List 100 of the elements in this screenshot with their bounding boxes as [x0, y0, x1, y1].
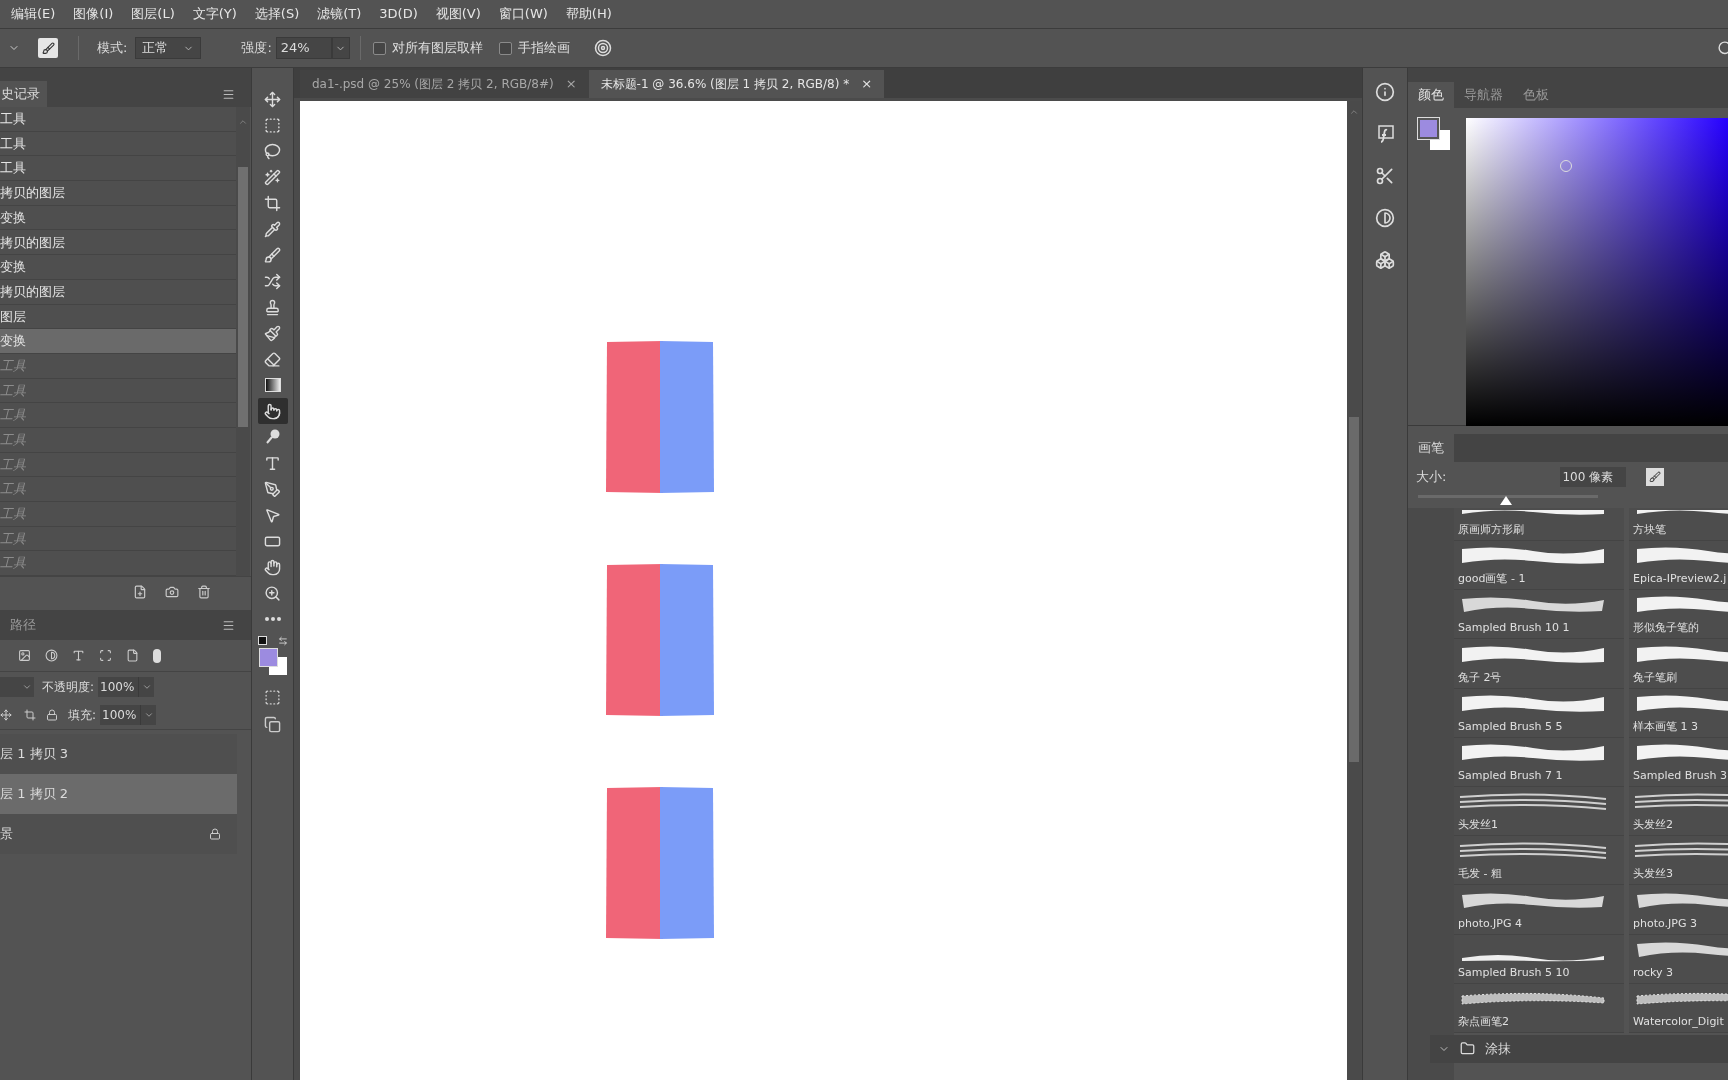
brush-preset[interactable]: 杂点画笔2	[1454, 983, 1624, 1033]
brush-preset[interactable]: good画笔 - 1	[1454, 541, 1624, 591]
scissors-icon[interactable]	[1375, 166, 1395, 186]
panel-tab[interactable]: 色板	[1513, 82, 1559, 108]
type-filter-icon[interactable]	[72, 649, 85, 663]
lock-position-icon[interactable]	[0, 709, 12, 722]
mode-dropdown[interactable]: 正常	[135, 37, 202, 59]
history-state[interactable]: 变换	[0, 329, 236, 354]
menu-item[interactable]: 帮助(H)	[565, 4, 612, 24]
history-state[interactable]: 工具	[0, 131, 236, 157]
shape-filter-icon[interactable]	[99, 649, 112, 663]
opacity-field[interactable]: 100%	[98, 676, 139, 697]
brush-preset[interactable]: 兔子 2号	[1454, 639, 1624, 689]
brush-settings-button[interactable]	[38, 38, 58, 58]
menu-item[interactable]: 编辑(E)	[11, 4, 56, 24]
document-tab[interactable]: 未标题-1 @ 36.6% (图层 1 拷贝 2, RGB/8) * ×	[588, 70, 885, 98]
brush-preset[interactable]: Sampled Brush 10 1	[1454, 590, 1624, 640]
brush-preset[interactable]: rocky 3	[1629, 934, 1728, 984]
close-tab-button[interactable]: ×	[565, 74, 577, 94]
layer-name: 层 1 拷贝 3	[0, 745, 68, 764]
function-icon[interactable]	[1375, 124, 1395, 144]
layer-row[interactable]: 景	[0, 814, 237, 855]
panel-menu-icon[interactable]	[222, 618, 235, 632]
contrast-icon[interactable]	[1375, 208, 1395, 228]
brush-preset[interactable]: 原画师方形刷	[1454, 508, 1624, 541]
camera-icon[interactable]	[165, 584, 179, 599]
quick-mask-icon[interactable]	[264, 689, 281, 706]
layer-name: 层 1 拷贝 2	[0, 785, 68, 804]
history-state[interactable]: 工具	[0, 156, 236, 182]
layer-row[interactable]: 层 1 拷贝 3	[0, 734, 237, 775]
checkbox[interactable]	[372, 41, 386, 55]
menu-item[interactable]: 滤镜(T)	[317, 4, 362, 24]
brush-preset[interactable]: 形似兔子笔的	[1629, 590, 1728, 640]
color-swatches[interactable]	[258, 648, 287, 675]
brush-preset[interactable]: photo.JPG 3	[1629, 885, 1728, 935]
brush-preset[interactable]: 头发丝3	[1629, 836, 1728, 886]
brush-preset[interactable]: 头发丝2	[1629, 786, 1728, 837]
color-field[interactable]	[1466, 118, 1728, 426]
brush-preset[interactable]: photo.JPG 4	[1454, 885, 1624, 935]
brush-preset[interactable]: Watercolor_Digit	[1629, 983, 1728, 1033]
lock-all-icon[interactable]	[46, 709, 58, 722]
history-state[interactable]: 变换	[0, 255, 236, 280]
fill-field[interactable]: 100%	[100, 705, 141, 726]
checkbox[interactable]	[498, 41, 512, 55]
close-tab-button[interactable]: ×	[861, 74, 873, 94]
menu-item[interactable]: 图像(I)	[73, 4, 114, 24]
canvas[interactable]	[300, 101, 1347, 1080]
brush-preset-button[interactable]	[1646, 468, 1665, 486]
strength-label: 强度:	[241, 39, 272, 58]
brush-preset[interactable]: 兔子笔刷	[1629, 639, 1728, 689]
menu-item[interactable]: 3D(D)	[379, 4, 418, 24]
lasso-icon	[264, 142, 281, 160]
pressure-icon[interactable]	[593, 39, 612, 57]
color-swatches[interactable]	[1418, 118, 1450, 150]
smart-object-filter-icon[interactable]	[126, 649, 139, 663]
scrollbar[interactable]	[236, 107, 250, 577]
history-state[interactable]: 图层	[0, 304, 236, 330]
default-colors-icon[interactable]	[257, 636, 267, 645]
mode-label: 模式:	[97, 39, 128, 58]
panel-tab[interactable]: 导航器	[1454, 82, 1513, 108]
brush-preset[interactable]: Sampled Brush 5 5	[1454, 688, 1624, 738]
lock-artboard-icon[interactable]	[24, 709, 36, 722]
brush-preset[interactable]: Sampled Brush 3	[1629, 737, 1728, 787]
panel-menu-icon[interactable]	[222, 87, 235, 101]
panel-tab[interactable]: 颜色	[1408, 82, 1454, 108]
filter-toggle[interactable]	[153, 648, 161, 663]
brush-preset[interactable]: Sampled Brush 5 10	[1454, 934, 1624, 984]
menu-item[interactable]: 选择(S)	[254, 4, 300, 24]
history-state[interactable]: 拷贝的图层	[0, 279, 236, 305]
menu-item[interactable]: 文字(Y)	[192, 4, 237, 24]
new-document-icon[interactable]	[133, 584, 147, 599]
history-state[interactable]: 变换	[0, 205, 236, 231]
layer-row[interactable]: 层 1 拷贝 2	[0, 774, 237, 815]
panel-tab[interactable]: 路径	[0, 615, 48, 635]
tool-button[interactable]	[257, 398, 288, 424]
brush-preset[interactable]: 头发丝1	[1454, 786, 1624, 837]
strength-field[interactable]: 24%	[275, 37, 332, 59]
swap-colors-icon[interactable]	[277, 636, 288, 646]
history-state[interactable]: 工具	[0, 107, 236, 132]
gradient-icon	[264, 378, 281, 392]
panel-tab[interactable]: 画笔	[1408, 434, 1454, 462]
brush-preset[interactable]: 方块笔	[1629, 508, 1728, 541]
screen-mode-icon[interactable]	[264, 716, 281, 733]
brush-folder[interactable]: 涂抹	[1485, 1039, 1511, 1059]
trash-icon[interactable]	[197, 584, 211, 599]
boxes-icon[interactable]	[1375, 250, 1395, 270]
history-state[interactable]: 拷贝的图层	[0, 181, 236, 206]
menu-item[interactable]: 图层(L)	[131, 4, 175, 24]
brush-preset[interactable]: Epica-IPreview2.j	[1629, 541, 1728, 591]
brush-preset[interactable]: 毛发 - 粗	[1454, 836, 1624, 886]
info-icon[interactable]	[1375, 82, 1395, 102]
brush-preset[interactable]: Sampled Brush 7 1	[1454, 737, 1624, 787]
panel-tab[interactable]: 史记录	[0, 81, 47, 107]
adjustment-filter-icon[interactable]	[45, 649, 58, 663]
history-state[interactable]: 拷贝的图层	[0, 230, 236, 256]
image-filter-icon[interactable]	[18, 649, 31, 663]
size-field[interactable]: 100 像素	[1560, 467, 1627, 487]
brush-preset[interactable]: 样本画笔 1 3	[1629, 688, 1728, 738]
menu-item[interactable]: 视图(V)	[435, 4, 481, 24]
menu-item[interactable]: 窗口(W)	[498, 4, 548, 24]
